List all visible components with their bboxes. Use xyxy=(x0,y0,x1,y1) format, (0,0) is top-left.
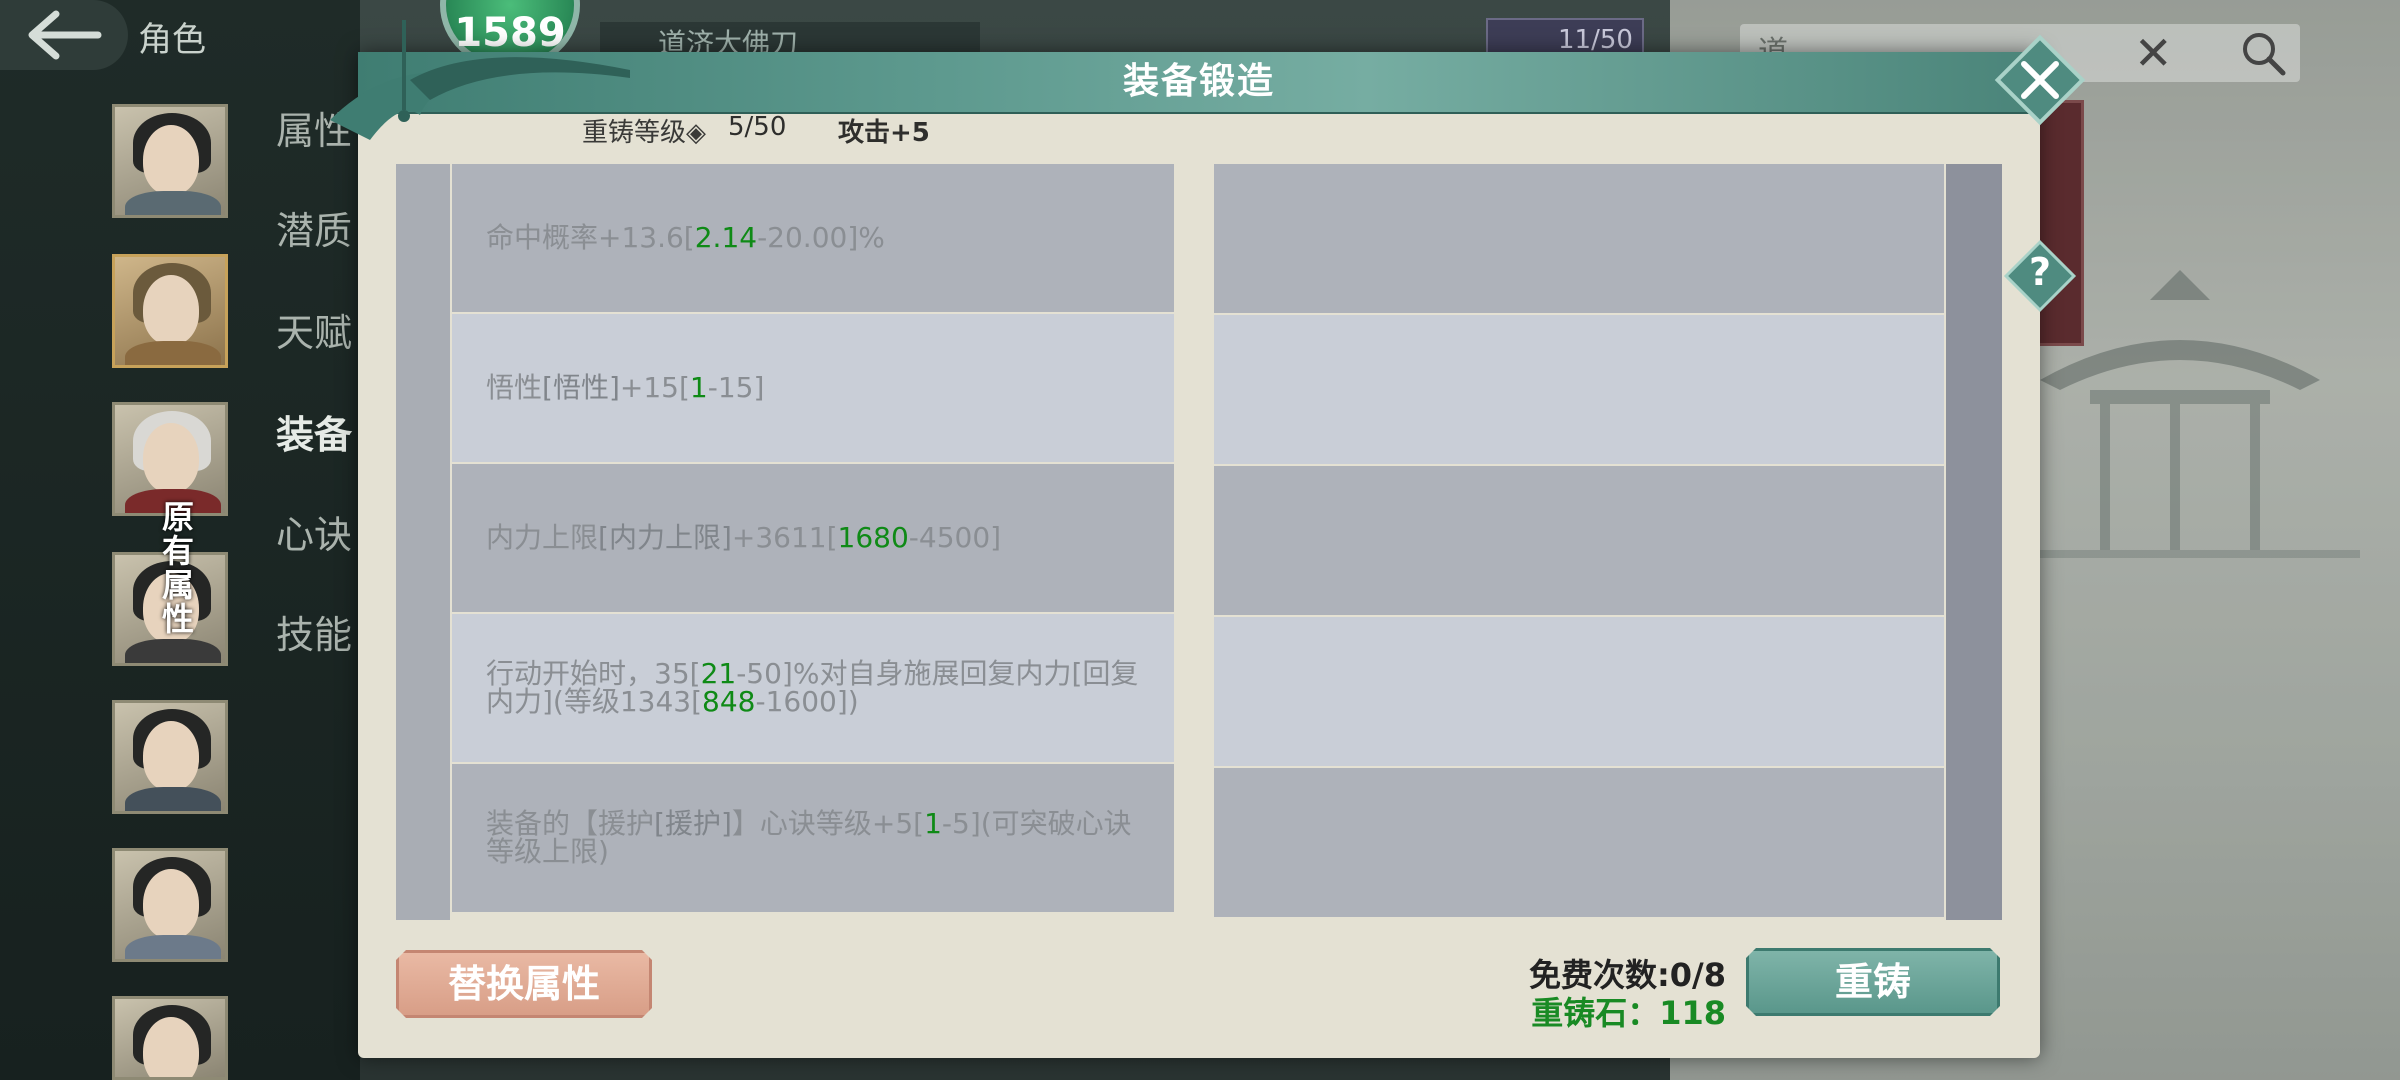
new-attribute-slot xyxy=(1214,466,1944,615)
reforge-level-value: 5/50 xyxy=(728,112,787,142)
character-portrait[interactable] xyxy=(112,254,228,368)
new-attribute-slot xyxy=(1214,315,1944,464)
attribute-segment: -20.00]% xyxy=(757,221,885,254)
attack-bonus: 攻击+5 xyxy=(838,118,930,148)
help-button[interactable]: ? xyxy=(2002,238,2078,314)
attribute-row[interactable]: 命中概率+13.6[2.14-20.00]% xyxy=(452,164,1174,312)
attribute-row[interactable]: 装备的【援护[援护]】心诀等级+5[1-5](可突破心诀等级上限) xyxy=(452,764,1174,912)
replace-attributes-button[interactable]: 替换属性 xyxy=(396,950,652,1018)
dialog-title: 装备锻造 xyxy=(1122,61,1275,102)
attribute-text: 悟性[悟性]+15[1-15] xyxy=(486,374,764,402)
attribute-row[interactable]: 内力上限[内力上限]+3611[1680-4500] xyxy=(452,464,1174,612)
clear-search-icon[interactable]: ✕ xyxy=(2134,26,2173,80)
attribute-text: 行动开始时，35[21-50]%对自身施展回复内力[回复内力](等级1343[8… xyxy=(486,660,1140,716)
reforge-button[interactable]: 重铸 xyxy=(1746,948,2000,1016)
attribute-segment: -1600]) xyxy=(755,685,859,718)
back-arrow-icon xyxy=(28,10,102,60)
attribute-text: 内力上限[内力上限]+3611[1680-4500] xyxy=(486,524,1001,552)
scroll-strip-right xyxy=(1946,164,2002,920)
attribute-segment: -15] xyxy=(707,371,765,404)
character-portrait[interactable] xyxy=(112,996,228,1080)
attribute-segment: 1680 xyxy=(837,521,909,554)
tab-equipment[interactable]: 装备 xyxy=(276,404,352,459)
reforge-level-label: 重铸等级◈ xyxy=(582,118,706,148)
attribute-text: 命中概率+13.6[2.14-20.00]% xyxy=(486,224,885,252)
attribute-segment: 内力上限 xyxy=(486,521,599,554)
reforge-stone-count: 重铸石：118 xyxy=(1531,994,1726,1032)
search-icon[interactable] xyxy=(2238,28,2288,78)
attribute-segment: +15[ xyxy=(619,371,690,404)
attribute-segment: 2.14 xyxy=(694,221,758,254)
attribute-text: 装备的【援护[援护]】心诀等级+5[1-5](可突破心诀等级上限) xyxy=(486,810,1140,866)
current-attributes-list: 命中概率+13.6[2.14-20.00]% 悟性[悟性]+15[1-15] 内… xyxy=(452,164,1174,920)
tab-skills[interactable]: 技能 xyxy=(276,604,352,659)
original-attributes-label: 原有属性 xyxy=(162,498,195,638)
attribute-row[interactable]: 悟性[悟性]+15[1-15] xyxy=(452,314,1174,462)
attribute-segment: -4500] xyxy=(908,521,1002,554)
help-glyph: ? xyxy=(2028,250,2052,294)
new-attribute-slot xyxy=(1214,768,1944,917)
character-portrait[interactable] xyxy=(112,848,228,962)
scroll-strip-left xyxy=(396,164,450,920)
attribute-segment: +3611[ xyxy=(731,521,838,554)
attribute-segment: 848 xyxy=(702,685,756,718)
attribute-segment: 悟性 xyxy=(486,371,543,404)
new-attributes-list xyxy=(1214,164,1944,920)
attribute-segment: 1 xyxy=(924,807,942,840)
tab-talent[interactable]: 天赋 xyxy=(276,302,352,357)
tab-mental-method[interactable]: 心诀 xyxy=(276,504,352,559)
character-portrait[interactable] xyxy=(112,104,228,218)
attribute-row[interactable]: 行动开始时，35[21-50]%对自身施展回复内力[回复内力](等级1343[8… xyxy=(452,614,1174,762)
new-attribute-slot xyxy=(1214,617,1944,766)
attribute-segment: [援护] xyxy=(654,807,732,840)
attribute-segment: 1 xyxy=(689,371,708,404)
attribute-segment: [内力上限] xyxy=(598,521,732,554)
new-attribute-slot xyxy=(1214,164,1944,313)
attribute-segment: 命中概率+13.6[ xyxy=(486,221,695,254)
close-icon[interactable] xyxy=(1990,30,2090,130)
character-portrait[interactable] xyxy=(112,700,228,814)
attribute-segment: [悟性] xyxy=(542,371,620,404)
attribute-segment: 】心诀等级+5[ xyxy=(731,807,925,840)
page-title: 角色 xyxy=(138,20,206,60)
tab-potential[interactable]: 潜质 xyxy=(276,200,352,255)
back-button[interactable] xyxy=(0,0,128,70)
